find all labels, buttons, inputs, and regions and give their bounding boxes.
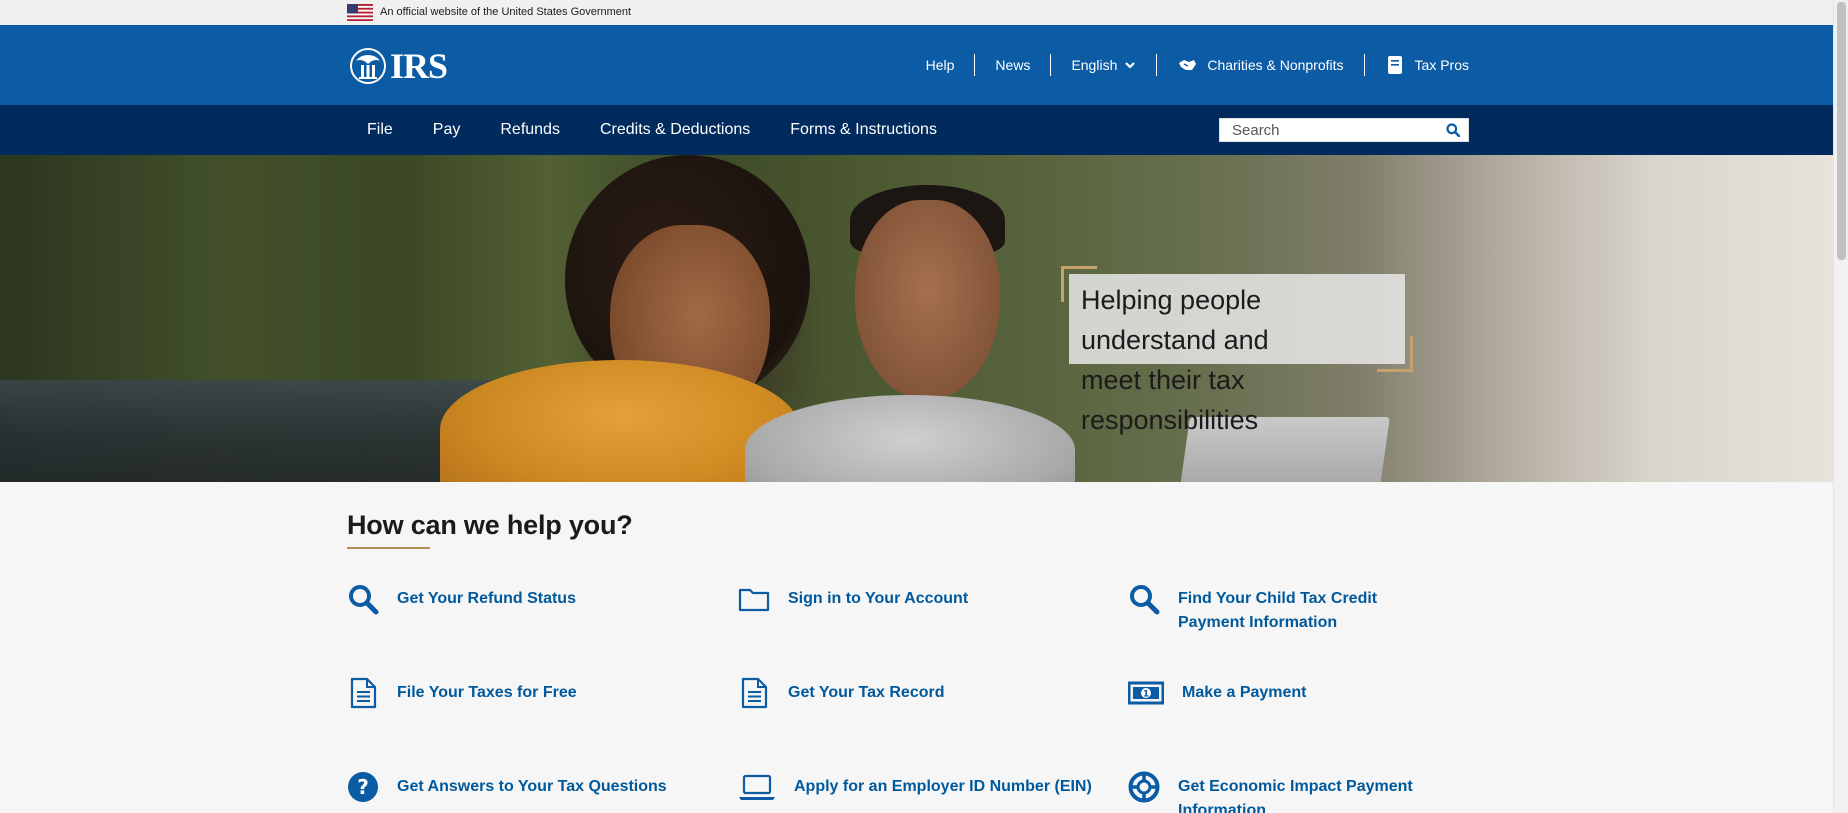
- svg-text:1: 1: [1143, 690, 1149, 700]
- gov-banner-text: An official website of the United States…: [380, 6, 632, 18]
- gov-banner: An official website of the United States…: [0, 0, 1833, 25]
- tile-label: Get Answers to Your Tax Questions: [397, 778, 667, 795]
- page: An official website of the United States…: [0, 0, 1833, 813]
- tile-label: Make a Payment: [1182, 684, 1307, 701]
- tile-child-tax-credit[interactable]: Find Your Child Tax Credit Payment Infor…: [1128, 583, 1448, 635]
- callout-corner-top-left: [1061, 266, 1097, 302]
- main-nav-links: File Pay Refunds Credits & Deductions Fo…: [347, 105, 957, 155]
- nav-refunds[interactable]: Refunds: [480, 105, 580, 155]
- tile-label: Get Your Tax Record: [788, 684, 945, 701]
- tile-label: File Your Taxes for Free: [397, 684, 577, 701]
- search-icon: [1130, 585, 1160, 615]
- help-section: How can we help you? Get Your Refund Sta…: [0, 482, 1833, 813]
- nav-forms-instructions[interactable]: Forms & Instructions: [770, 105, 957, 155]
- site-header: IRS Help News English Charities & Nonpro…: [0, 25, 1833, 105]
- tile-label: Get Your Refund Status: [397, 590, 576, 607]
- handshake-icon: [1179, 60, 1197, 70]
- util-help-link[interactable]: Help: [906, 54, 975, 76]
- tile-label: Get Economic Impact Payment Information: [1178, 778, 1413, 813]
- util-taxpros-label: Tax Pros: [1414, 57, 1469, 73]
- tile-tax-record[interactable]: Get Your Tax Record: [738, 677, 1098, 709]
- hero-tagline-line2: meet their tax responsibilities: [1081, 365, 1259, 435]
- tile-refund-status[interactable]: Get Your Refund Status: [347, 583, 707, 615]
- util-help-label: Help: [925, 57, 955, 73]
- utility-nav: Help News English Charities & Nonprofits: [906, 25, 1469, 105]
- document-icon: [350, 677, 377, 709]
- us-flag-icon: [347, 4, 373, 21]
- callout-corner-bottom-right: [1377, 336, 1413, 372]
- tile-make-payment[interactable]: 1 Make a Payment: [1128, 677, 1448, 709]
- util-charities-label: Charities & Nonprofits: [1207, 57, 1344, 73]
- tile-tax-questions[interactable]: ? Get Answers to Your Tax Questions: [347, 771, 707, 803]
- nav-pay[interactable]: Pay: [413, 105, 481, 155]
- help-heading: How can we help you?: [347, 510, 633, 540]
- money-icon: 1: [1128, 681, 1164, 705]
- document-icon: [741, 677, 768, 709]
- hero-tagline-box: Helping people understand and meet their…: [1061, 266, 1413, 435]
- nav-credits-deductions[interactable]: Credits & Deductions: [580, 105, 770, 155]
- language-dropdown[interactable]: English: [1050, 54, 1156, 76]
- tile-label: Find Your Child Tax Credit Payment Infor…: [1178, 590, 1378, 631]
- eagle-logo-icon: [350, 48, 386, 84]
- hero-tagline-line1: Helping people understand and: [1081, 285, 1269, 355]
- book-icon: [1387, 56, 1402, 74]
- util-news-label: News: [995, 57, 1031, 73]
- tile-file-free[interactable]: File Your Taxes for Free: [347, 677, 707, 709]
- util-taxpros-link[interactable]: Tax Pros: [1363, 54, 1469, 76]
- laptop-icon: [739, 774, 775, 800]
- heading-underline: [347, 547, 430, 549]
- nav-file[interactable]: File: [347, 105, 413, 155]
- vertical-scrollbar[interactable]: [1833, 0, 1848, 813]
- lifebuoy-icon: [1128, 771, 1160, 803]
- question-icon: ?: [348, 772, 378, 802]
- tile-apply-ein[interactable]: Apply for an Employer ID Number (EIN): [738, 771, 1098, 803]
- logo-wordmark: IRS: [390, 46, 448, 86]
- search-box: [1219, 118, 1469, 142]
- irs-logo[interactable]: IRS: [347, 46, 448, 86]
- tile-label: Sign in to Your Account: [788, 590, 969, 607]
- chevron-down-icon: [1125, 62, 1136, 69]
- svg-text:?: ?: [357, 775, 369, 799]
- tile-sign-in[interactable]: Sign in to Your Account: [738, 583, 1098, 615]
- search-input[interactable]: [1220, 119, 1468, 141]
- tile-economic-impact[interactable]: Get Economic Impact Payment Information: [1128, 771, 1448, 813]
- hero-tagline: Helping people understand and meet their…: [1081, 280, 1393, 440]
- scrollbar-thumb[interactable]: [1837, 2, 1846, 260]
- hero-banner: Helping people understand and meet their…: [0, 155, 1833, 482]
- util-charities-link[interactable]: Charities & Nonprofits: [1156, 54, 1363, 76]
- hero-photo-shade: [0, 155, 1833, 482]
- folder-icon: [738, 588, 770, 612]
- main-nav: File Pay Refunds Credits & Deductions Fo…: [0, 105, 1833, 155]
- search-icon[interactable]: [1446, 123, 1460, 137]
- language-label: English: [1071, 57, 1118, 73]
- tile-label: Apply for an Employer ID Number (EIN): [794, 778, 1092, 795]
- util-news-link[interactable]: News: [974, 54, 1050, 76]
- search-icon: [349, 585, 379, 615]
